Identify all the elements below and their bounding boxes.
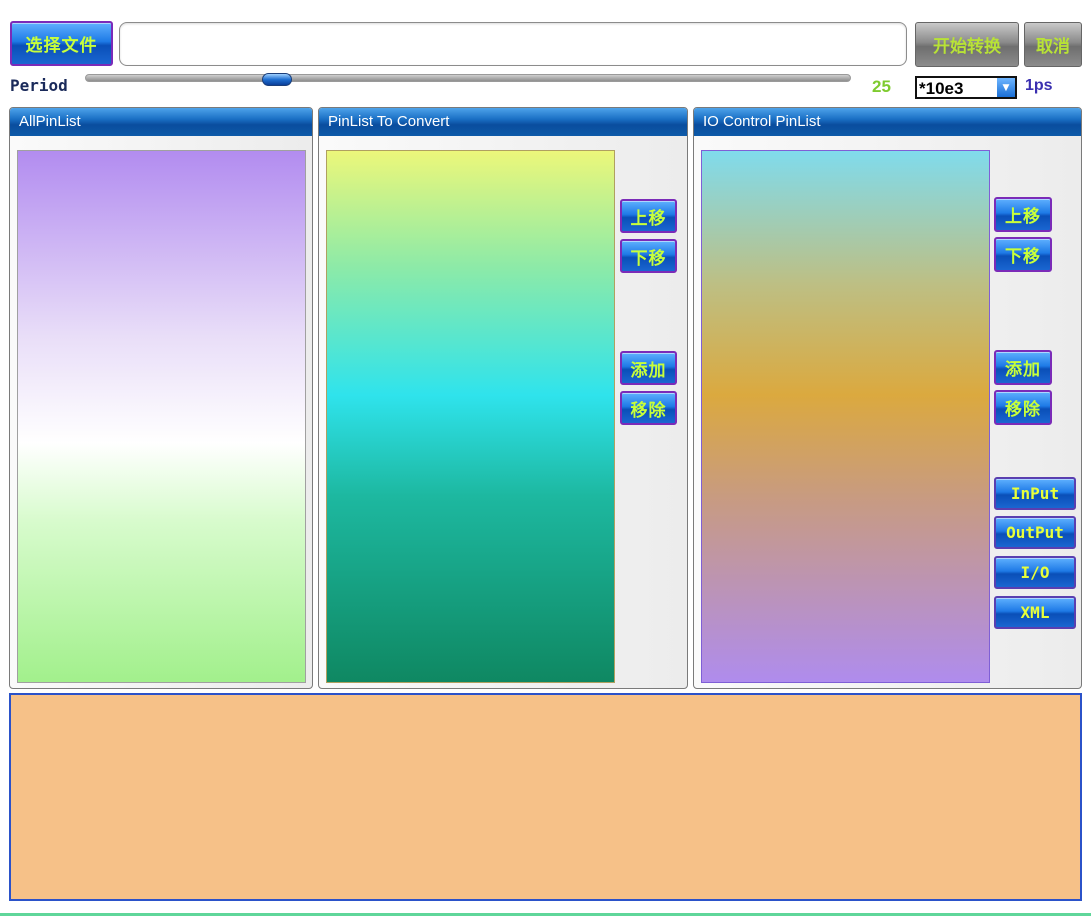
io-bidirectional-button[interactable]: I/O (994, 556, 1076, 589)
all-pin-list[interactable] (17, 150, 306, 683)
io-add-button[interactable]: 添加 (994, 350, 1052, 385)
period-value: 25 (872, 77, 891, 96)
period-label: Period (10, 76, 68, 95)
all-pin-list-panel: AllPinList (9, 107, 313, 689)
period-slider-track[interactable] (85, 74, 851, 82)
log-output-area[interactable] (9, 693, 1082, 901)
file-path-input[interactable] (119, 22, 907, 66)
all-pin-list-header: AllPinList (10, 108, 312, 136)
convert-remove-button[interactable]: 移除 (620, 391, 677, 425)
multiplier-select[interactable]: *10e3 ▼ (915, 76, 1017, 99)
convert-add-button[interactable]: 添加 (620, 351, 677, 385)
io-xml-button[interactable]: XML (994, 596, 1076, 629)
pin-list-to-convert-header: PinList To Convert (319, 108, 687, 136)
convert-move-up-button[interactable]: 上移 (620, 199, 677, 233)
status-divider (0, 913, 1091, 916)
select-file-button[interactable]: 选择文件 (10, 21, 113, 66)
pin-list-to-convert[interactable] (326, 150, 615, 683)
multiplier-selected-value: *10e3 (919, 79, 964, 98)
io-move-down-button[interactable]: 下移 (994, 237, 1052, 272)
io-remove-button[interactable]: 移除 (994, 390, 1052, 425)
io-move-up-button[interactable]: 上移 (994, 197, 1052, 232)
cancel-button[interactable]: 取消 (1024, 22, 1082, 67)
period-unit-label: 1ps (1025, 77, 1053, 94)
io-control-pin-list-panel: IO Control PinList 上移 下移 添加 移除 InPut Out… (693, 107, 1082, 689)
start-convert-button[interactable]: 开始转换 (915, 22, 1019, 67)
period-slider-thumb[interactable] (262, 73, 292, 86)
convert-move-down-button[interactable]: 下移 (620, 239, 677, 273)
io-control-pin-list-header: IO Control PinList (694, 108, 1081, 136)
pin-list-to-convert-panel: PinList To Convert 上移 下移 添加 移除 (318, 107, 688, 689)
io-control-pin-list[interactable] (701, 150, 990, 683)
io-output-button[interactable]: OutPut (994, 516, 1076, 549)
chevron-down-icon[interactable]: ▼ (997, 78, 1015, 97)
io-input-button[interactable]: InPut (994, 477, 1076, 510)
